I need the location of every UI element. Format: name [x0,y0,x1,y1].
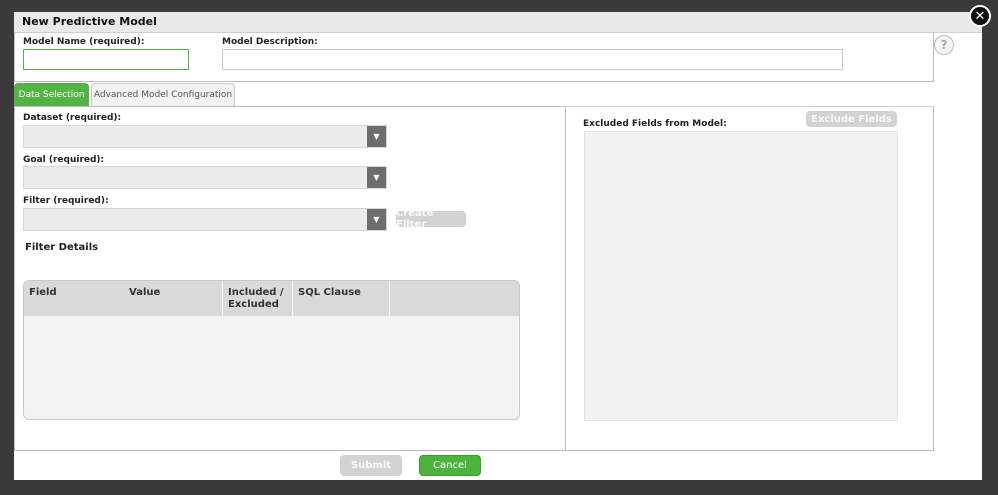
column-header-included-excluded[interactable]: Included / Excluded [222,281,292,316]
dataset-label: Dataset (required): [23,113,122,123]
create-filter-button[interactable]: Create Filter [396,208,466,230]
chevron-down-icon[interactable]: ▼ [367,167,386,188]
exclude-fields-button[interactable]: Exclude Fields [806,111,897,127]
close-icon[interactable]: ✕ [969,5,991,27]
cancel-button[interactable]: Cancel [419,455,481,476]
tab-data-selection[interactable]: Data Selection [14,83,89,106]
goal-select[interactable]: ▼ [23,166,387,189]
filter-label: Filter (required): [23,196,109,206]
model-description-input[interactable] [222,49,843,70]
help-icon[interactable]: ? [934,35,954,55]
dialog-title: New Predictive Model [22,15,157,28]
column-header-value[interactable]: Value [124,281,222,316]
model-name-label: Model Name (required): [23,37,145,47]
excluded-fields-list[interactable] [584,131,898,421]
model-description-label: Model Description: [222,37,318,47]
filter-details-table: Field Value Included / Excluded SQL Clau… [23,280,520,420]
chevron-down-icon[interactable]: ▼ [367,209,386,230]
model-name-input[interactable] [23,49,189,70]
filter-table-header: Field Value Included / Excluded SQL Clau… [24,281,519,316]
dataset-select[interactable]: ▼ [23,125,387,148]
tab-advanced-model-configuration[interactable]: Advanced Model Configuration [91,83,235,106]
submit-button[interactable]: Submit [340,455,402,476]
chevron-down-icon[interactable]: ▼ [367,126,386,147]
column-header-field[interactable]: Field [24,281,124,316]
filter-details-title: Filter Details [25,242,99,253]
column-header-extra [389,281,519,316]
goal-label: Goal (required): [23,155,105,165]
filter-select[interactable]: ▼ [23,208,387,231]
dialog-titlebar [14,12,982,33]
excluded-fields-label: Excluded Fields from Model: [583,119,727,129]
column-header-sql-clause[interactable]: SQL Clause [292,281,389,316]
